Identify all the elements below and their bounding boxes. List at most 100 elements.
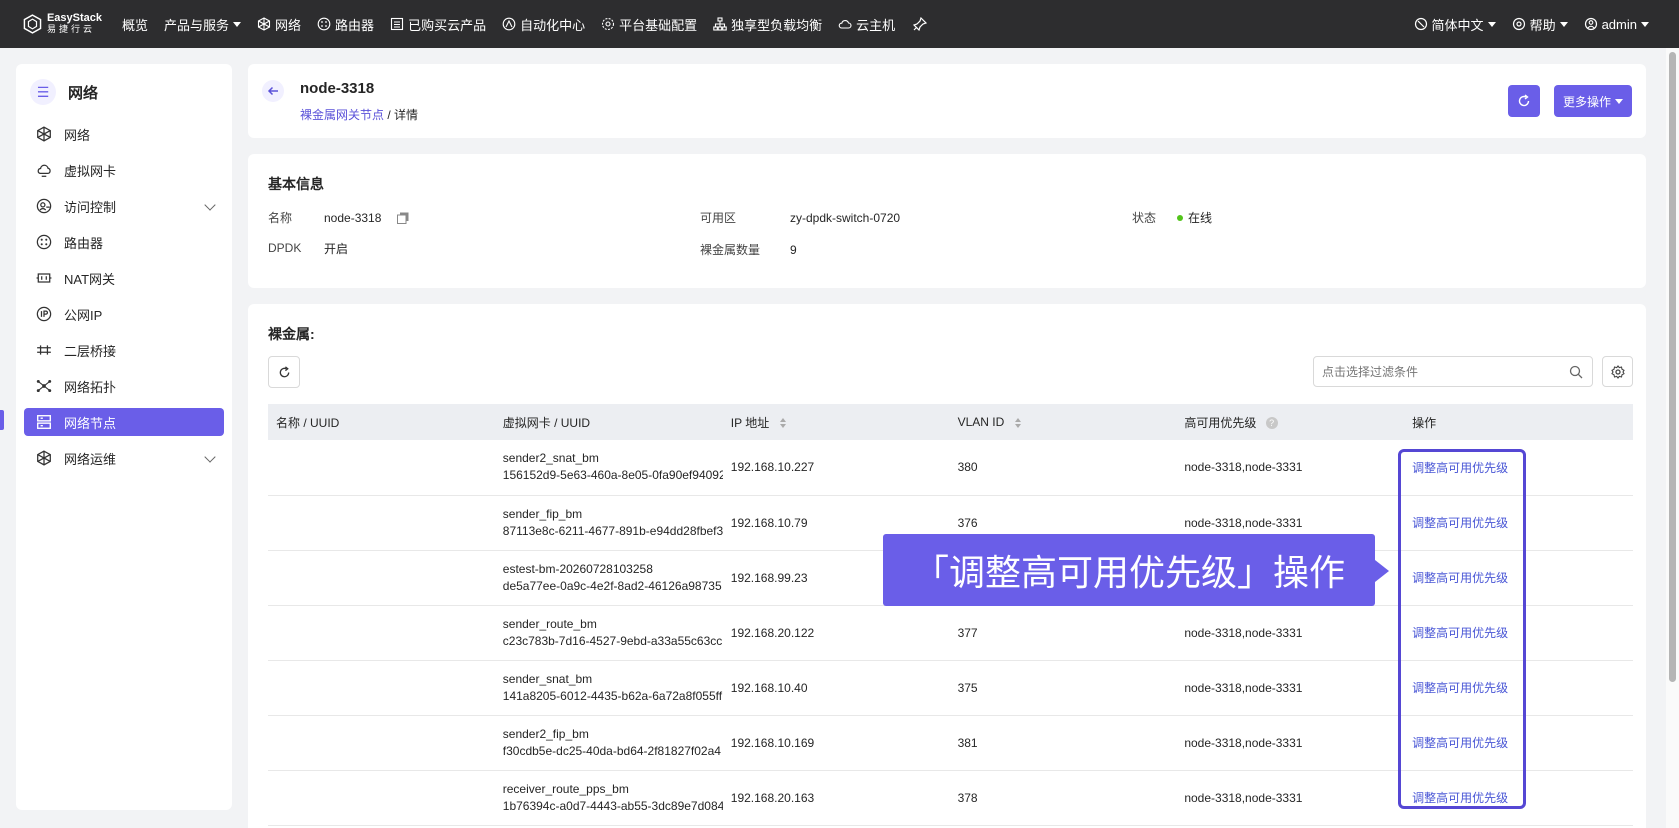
access-control-icon <box>36 198 52 214</box>
nic-name[interactable]: sender_fip_bm <box>503 506 723 523</box>
logo-text-cn: 易捷行云 <box>46 24 95 34</box>
nav-item[interactable]: 概览 <box>114 0 156 48</box>
router-icon <box>36 234 52 250</box>
table-header-row: 名称 / UUID 虚拟网卡 / UUID IP 地址 VLAN ID 高可用优… <box>268 404 1633 440</box>
baremetal-count-value: 9 <box>790 242 797 257</box>
table-settings-button[interactable] <box>1602 356 1633 387</box>
easystack-logo[interactable]: EasyStack 易捷行云 <box>22 11 102 37</box>
nav-item[interactable]: 产品与服务 <box>156 0 249 48</box>
chevron-down-icon <box>233 21 242 27</box>
sidebar-title: 网络 <box>68 84 99 102</box>
sidebar-item[interactable]: 访问控制 <box>24 192 224 220</box>
sidebar-item-label: 网络运维 <box>64 451 117 467</box>
filter-search-input[interactable] <box>1313 356 1593 387</box>
logo-text-en: EasyStack <box>46 12 102 24</box>
section-title: 基本信息 <box>268 176 324 192</box>
sidebar-item[interactable]: NAT网关 <box>24 264 224 292</box>
chevron-down-icon[interactable] <box>204 199 216 211</box>
cell-ip: 192.168.10.40 <box>722 660 950 716</box>
sidebar-item-label: 路由器 <box>64 235 104 251</box>
network-node-icon <box>37 415 51 429</box>
chevron-down-icon[interactable] <box>204 451 216 463</box>
annotation-callout: 「调整高可用优先级」操作 <box>883 534 1375 606</box>
language-selector[interactable]: 简体中文 <box>1406 0 1504 48</box>
cell-nic: receiver_route_pps_bm 1b76394c-a0d7-4443-… <box>494 770 723 826</box>
copy-icon[interactable] <box>397 212 409 224</box>
cloud-icon <box>838 20 852 29</box>
nav-item-label: 云主机 <box>856 17 896 33</box>
sidebar-item[interactable]: 公网IP <box>24 300 224 328</box>
gear-icon <box>1610 364 1625 379</box>
nic-uuid: 141a8205-6012-4435-b62a-6a72a8f055ff <box>502 688 723 703</box>
nic-name[interactable]: sender_snat_bm <box>503 671 723 688</box>
network-icon <box>257 17 271 31</box>
dpdk-field: DPDK 开启 <box>268 241 348 256</box>
page-title: node-3318 <box>300 80 375 97</box>
sidebar-item[interactable]: 网络节点 <box>24 408 224 436</box>
search-icon[interactable] <box>1569 365 1583 379</box>
nic-name[interactable]: estest-bm-20260728103258 <box>503 561 723 578</box>
nic-uuid: c23c783b-7d16-4527-9ebd-a33a55c63cc <box>502 633 723 648</box>
baremetal-count-field: 裸金属数量 9 <box>700 241 797 258</box>
top-navigation-bar: EasyStack 易捷行云 概览 产品与服务 网络 路由器 已购买云产品 自动化中心 平台… <box>0 0 1679 48</box>
chevron-down-icon <box>1615 98 1623 104</box>
cell-name <box>268 660 495 716</box>
list-icon <box>391 17 404 31</box>
nav-item-label: 已购买云产品 <box>408 17 487 33</box>
sort-icon[interactable] <box>1014 417 1022 429</box>
col-ip[interactable]: IP 地址 <box>722 404 950 440</box>
cell-name <box>268 770 495 826</box>
nav-item[interactable]: 云主机 <box>830 0 903 48</box>
dpdk-value: 开启 <box>324 241 349 256</box>
breadcrumb-link[interactable]: 裸金属网关节点 <box>300 108 384 122</box>
sidebar-item[interactable]: 路由器 <box>24 228 224 256</box>
menu-collapse-icon[interactable]: ☰ <box>30 79 56 105</box>
sidebar-item[interactable]: 网络运维 <box>24 444 224 472</box>
sidebar-item[interactable]: 网络拓扑 <box>24 372 224 400</box>
nic-name[interactable]: sender2_snat_bm <box>503 450 723 467</box>
back-button[interactable] <box>262 80 284 102</box>
nic-name[interactable]: receiver_route_pps_bm <box>503 781 723 798</box>
cell-vlan: 381 <box>949 715 1177 771</box>
nav-item-label: 路由器 <box>335 17 375 33</box>
section-title: 裸金属: <box>268 326 315 342</box>
basic-info-panel: 基本信息 名称 node-3318 可用区 zy-dpdk-switch-072… <box>248 154 1646 288</box>
cell-priority: node-3318,node-3331 <box>1176 660 1405 716</box>
nic-name[interactable]: sender2_fip_bm <box>503 726 723 743</box>
cell-nic: sender_route_bm c23c783b-7d16-4527-9ebd-a… <box>494 605 723 661</box>
sidebar-item[interactable]: 虚拟网卡 <box>24 156 224 184</box>
col-name: 名称 / UUID <box>268 404 495 440</box>
language-label: 简体中文 <box>1431 17 1484 33</box>
cell-nic: estest-bm-20260728103258 de5a77ee-0a9c-4e… <box>494 550 723 606</box>
load-balancer-icon <box>713 17 727 31</box>
nic-uuid: 156152d9-5e63-460a-8e05-0fa90ef94092 <box>502 468 723 483</box>
sidebar-item[interactable]: 二层桥接 <box>24 336 224 364</box>
nav-item[interactable]: 网络 <box>249 0 309 48</box>
pin-icon[interactable] <box>903 0 939 48</box>
bridge-icon <box>37 345 51 355</box>
nic-name[interactable]: sender_route_bm <box>503 616 723 633</box>
network-ops-icon <box>37 450 51 466</box>
sort-icon[interactable] <box>779 417 787 429</box>
nav-item[interactable]: 已购买云产品 <box>382 0 494 48</box>
nav-item[interactable]: 独享型负载均衡 <box>705 0 830 48</box>
table-refresh-button[interactable] <box>268 356 300 388</box>
cell-name <box>268 715 495 771</box>
user-menu[interactable]: admin <box>1576 0 1657 48</box>
virtual-nic-icon <box>37 164 51 177</box>
arrow-left-icon <box>267 86 278 96</box>
col-vlan[interactable]: VLAN ID <box>949 404 1177 440</box>
scrollbar-thumb[interactable] <box>1669 52 1676 682</box>
refresh-icon <box>1518 94 1530 107</box>
nav-item[interactable]: 自动化中心 <box>494 0 593 48</box>
nav-item[interactable]: 路由器 <box>309 0 382 48</box>
sidebar-item[interactable]: 网络 <box>24 120 224 148</box>
sidebar-item-label: 网络拓扑 <box>64 379 117 395</box>
refresh-button[interactable] <box>1508 85 1540 117</box>
breadcrumb: 裸金属网关节点 / 详情 <box>300 106 418 123</box>
nav-item[interactable]: 平台基础配置 <box>593 0 705 48</box>
question-icon[interactable]: ? <box>1265 417 1278 430</box>
name-field: 名称 node-3318 <box>268 209 409 226</box>
help-menu[interactable]: 帮助 <box>1504 0 1576 48</box>
more-actions-button[interactable]: 更多操作 <box>1554 85 1632 117</box>
